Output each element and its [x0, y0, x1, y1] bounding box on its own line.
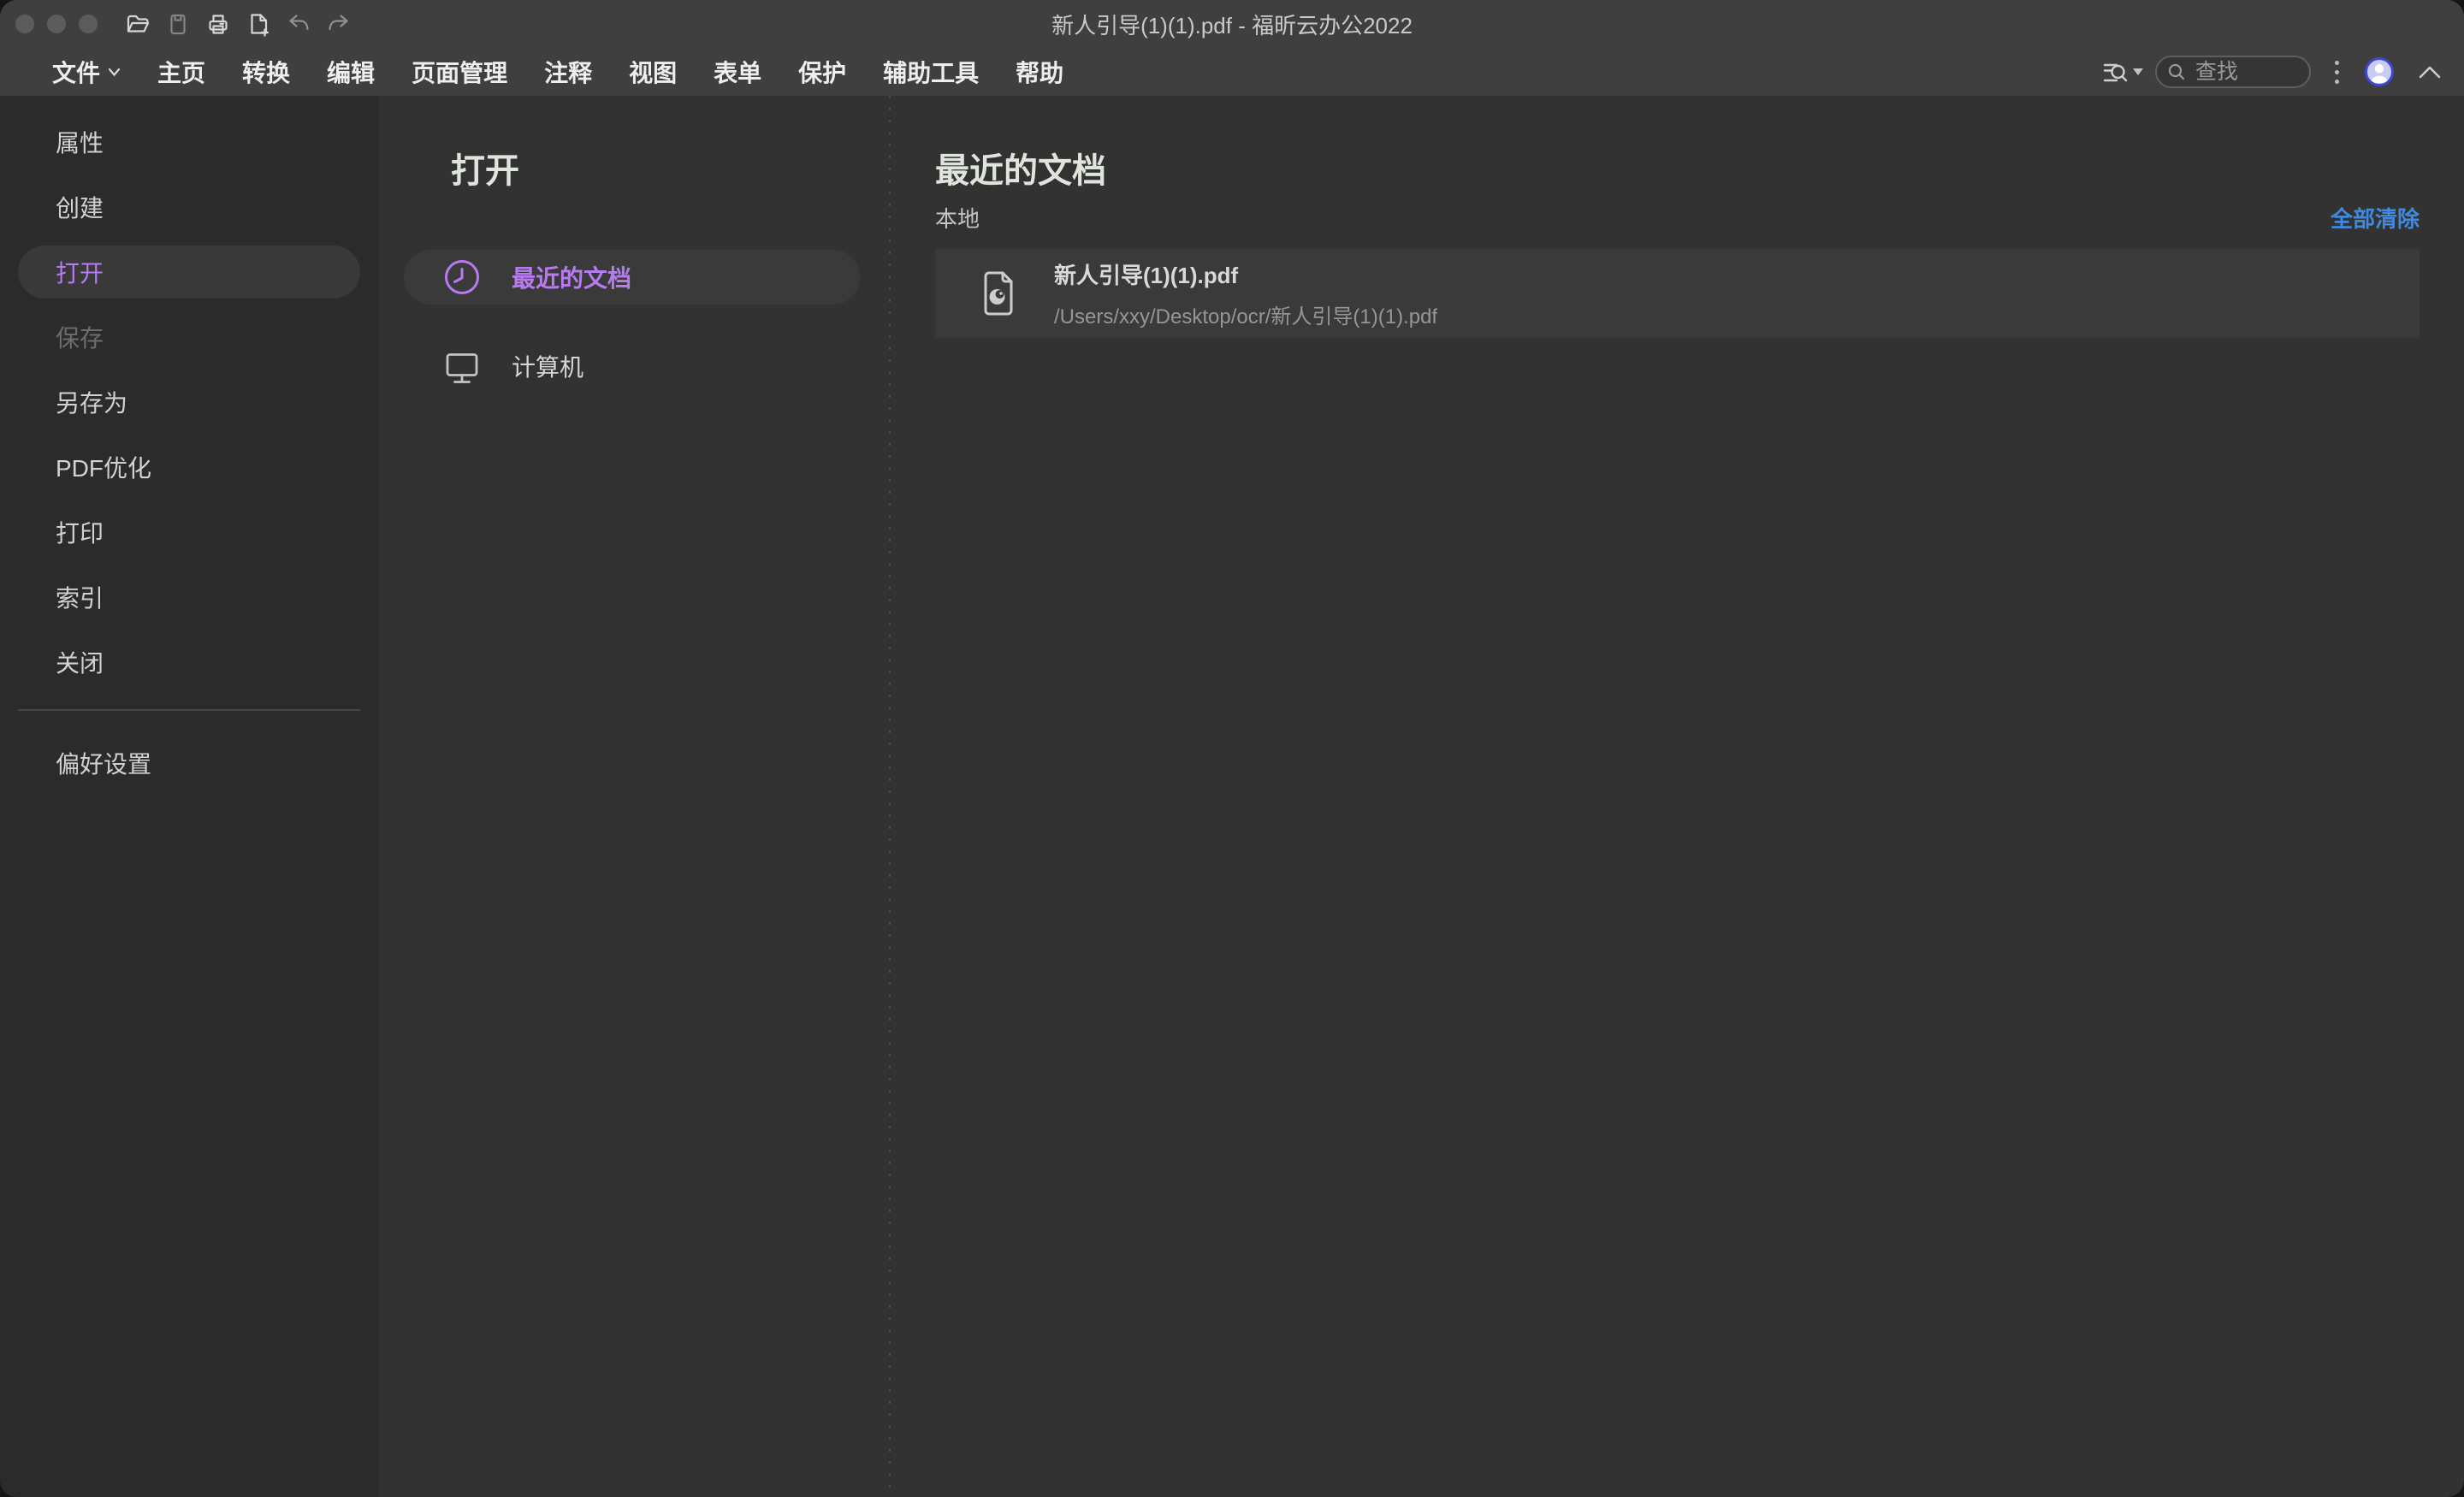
- pdf-file-icon: [980, 271, 1017, 316]
- close-window-button[interactable]: [15, 15, 34, 33]
- sidebar-item-save: 保存: [18, 311, 360, 364]
- traffic-lights: [15, 15, 98, 33]
- open-item-label: 计算机: [512, 349, 583, 383]
- sidebar-item-create[interactable]: 创建: [18, 180, 360, 234]
- clear-all-link[interactable]: 全部清除: [2331, 202, 2420, 234]
- menu-page-management[interactable]: 页面管理: [412, 55, 507, 89]
- sidebar-item-open[interactable]: 打开: [18, 246, 360, 299]
- open-panel-title: 打开: [451, 151, 890, 192]
- quick-toolbar: [125, 11, 352, 37]
- sidebar-item-preferences[interactable]: 偏好设置: [18, 737, 360, 790]
- file-path: /Users/xxy/Desktop/ocr/新人引导(1)(1).pdf: [1054, 299, 1437, 329]
- sidebar-item-print[interactable]: 打印: [18, 506, 360, 559]
- menu-home[interactable]: 主页: [157, 55, 205, 89]
- menu-convert[interactable]: 转换: [242, 55, 290, 89]
- search-lines-icon: [2100, 57, 2129, 86]
- sidebar-item-index[interactable]: 索引: [18, 571, 360, 624]
- recent-panel-title: 最近的文档: [935, 151, 2420, 192]
- open-source-list: 最近的文档 计算机: [378, 250, 890, 393]
- zoom-window-button[interactable]: [79, 15, 98, 33]
- computer-icon: [443, 347, 481, 385]
- print-icon[interactable]: [205, 11, 231, 37]
- chevron-down-icon: [108, 68, 121, 77]
- minimize-window-button[interactable]: [47, 15, 66, 33]
- local-section-header: 本地 全部清除: [935, 202, 2420, 234]
- search-icon: [2167, 62, 2186, 81]
- local-section-label: 本地: [935, 202, 980, 234]
- file-name: 新人引导(1)(1).pdf: [1054, 258, 1437, 290]
- find-input[interactable]: [2194, 59, 2299, 86]
- sidebar-item-save-as[interactable]: 另存为: [18, 376, 360, 429]
- menubar-right-cluster: [2100, 56, 2445, 89]
- new-document-icon[interactable]: [246, 11, 271, 37]
- menu-accessibility[interactable]: 辅助工具: [883, 55, 979, 89]
- main-menus: 文件 主页 转换 编辑 页面管理 注释 视图 表单 保护 辅助工具 帮助: [52, 55, 1063, 89]
- sidebar-divider: [18, 709, 360, 711]
- collapse-toolbar-button[interactable]: [2414, 61, 2445, 83]
- person-icon: [2367, 60, 2391, 84]
- find-box[interactable]: [2155, 56, 2311, 88]
- open-file-icon[interactable]: [125, 11, 151, 37]
- menu-view[interactable]: 视图: [629, 55, 677, 89]
- menu-edit[interactable]: 编辑: [327, 55, 375, 89]
- save-icon[interactable]: [165, 11, 191, 37]
- open-item-label: 最近的文档: [512, 260, 631, 294]
- undo-icon[interactable]: [286, 11, 311, 37]
- file-sidebar: 属性 创建 打开 保存 另存为 PDF优化 打印 索引 关闭 偏好设置: [0, 96, 378, 1497]
- recent-file-row[interactable]: 新人引导(1)(1).pdf /Users/xxy/Desktop/ocr/新人…: [935, 249, 2420, 338]
- menu-file[interactable]: 文件: [52, 55, 121, 89]
- more-options-icon[interactable]: [2326, 56, 2348, 89]
- app-window: 新人引导(1)(1).pdf - 福昕云办公2022 文件 主页 转换 编辑 页…: [0, 0, 2464, 1497]
- sidebar-item-pdf-optimize[interactable]: PDF优化: [18, 441, 360, 494]
- window-title: 新人引导(1)(1).pdf - 福昕云办公2022: [0, 9, 2464, 40]
- user-avatar[interactable]: [2365, 57, 2394, 86]
- open-item-computer[interactable]: 计算机: [404, 339, 860, 393]
- sidebar-item-properties[interactable]: 属性: [18, 115, 360, 169]
- menu-protect[interactable]: 保护: [798, 55, 846, 89]
- titlebar: 新人引导(1)(1).pdf - 福昕云办公2022: [0, 0, 2464, 48]
- menu-form[interactable]: 表单: [714, 55, 761, 89]
- open-item-recent-documents[interactable]: 最近的文档: [404, 250, 860, 305]
- recent-documents-panel: 最近的文档 本地 全部清除 新人引导(1)(1).pdf: [890, 96, 2464, 1497]
- open-panel: 打开 最近的文档: [378, 96, 890, 1497]
- backstage-view: 属性 创建 打开 保存 另存为 PDF优化 打印 索引 关闭 偏好设置 打开: [0, 96, 2464, 1497]
- sidebar-item-close[interactable]: 关闭: [18, 636, 360, 689]
- caret-down-icon: [2133, 68, 2143, 75]
- menu-comment[interactable]: 注释: [544, 55, 592, 89]
- clock-icon: [443, 258, 481, 296]
- advanced-search-button[interactable]: [2100, 57, 2143, 86]
- menu-help[interactable]: 帮助: [1016, 55, 1063, 89]
- menubar: 文件 主页 转换 编辑 页面管理 注释 视图 表单 保护 辅助工具 帮助: [0, 48, 2464, 96]
- file-meta: 新人引导(1)(1).pdf /Users/xxy/Desktop/ocr/新人…: [1054, 258, 1437, 329]
- chevron-up-icon: [2418, 64, 2442, 80]
- menu-file-label: 文件: [52, 55, 100, 89]
- redo-icon[interactable]: [326, 11, 352, 37]
